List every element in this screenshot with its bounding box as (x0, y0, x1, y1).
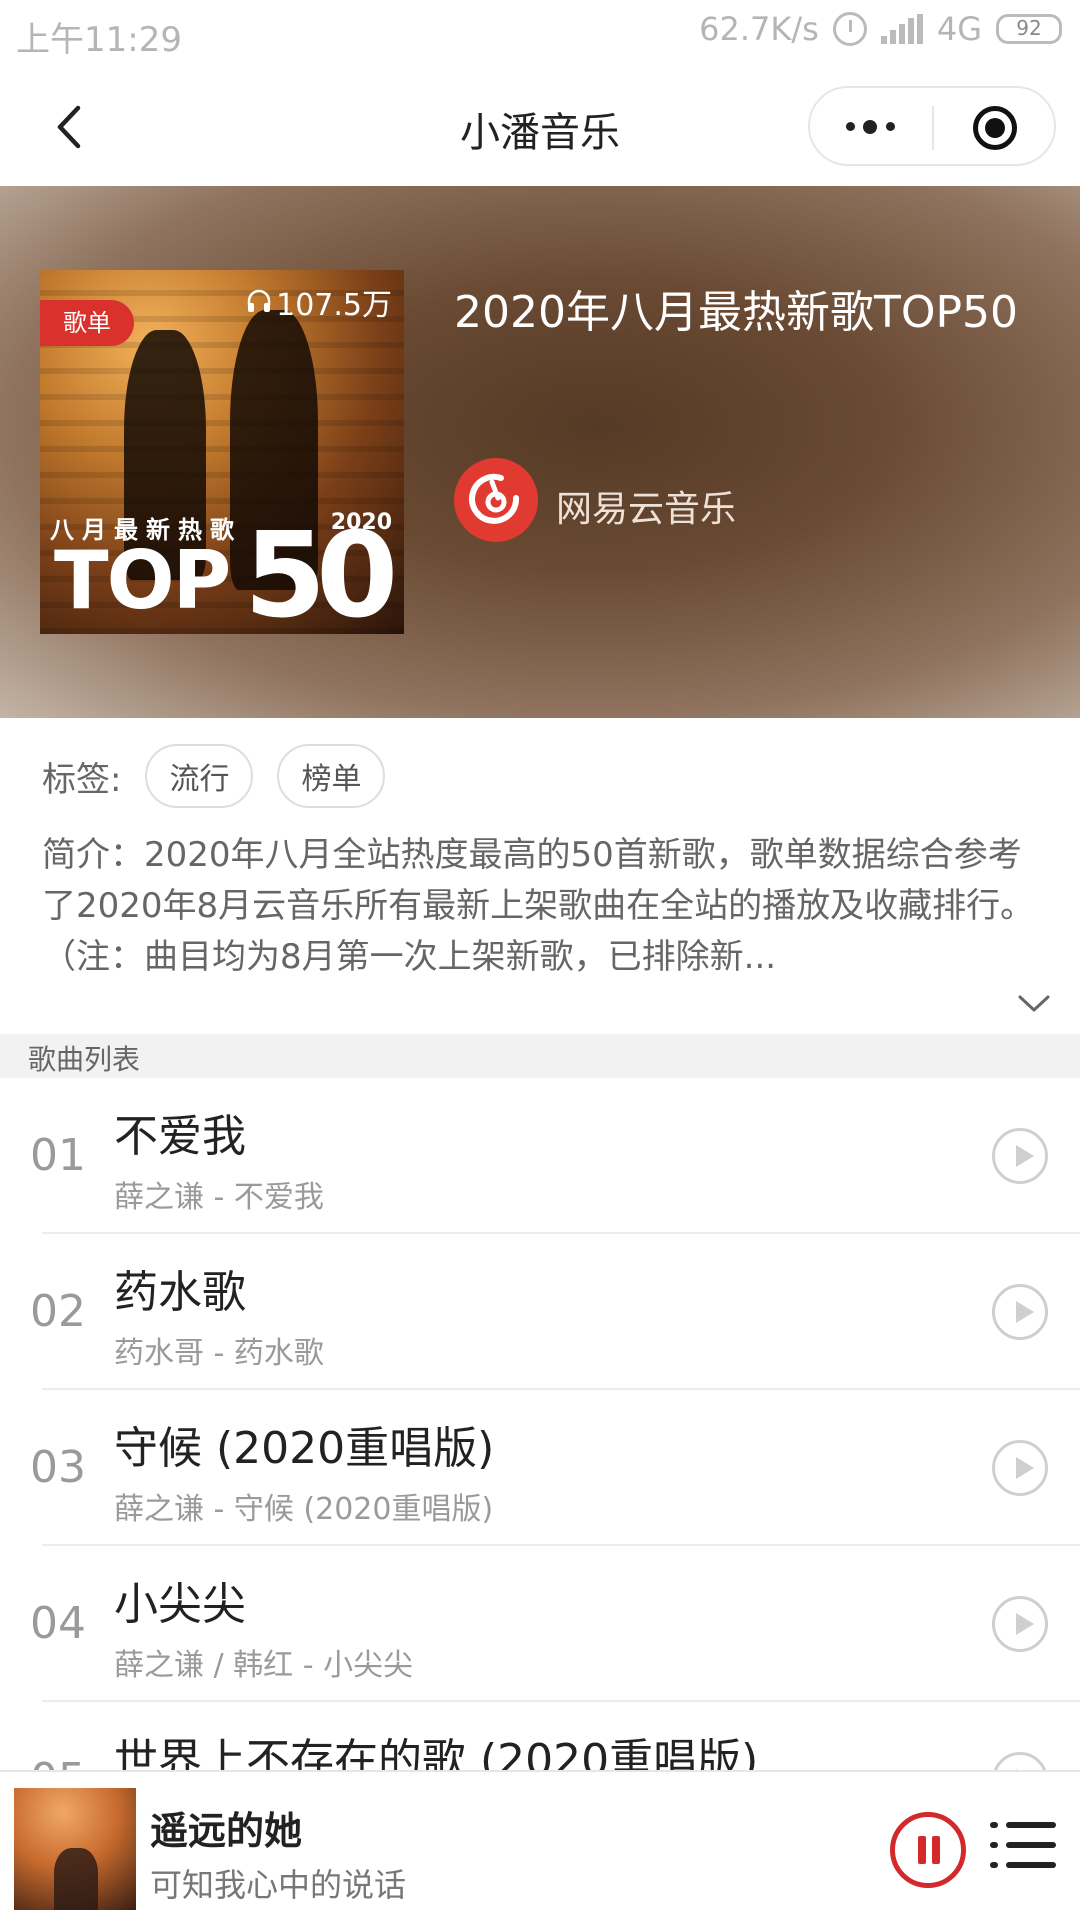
cover-top-text: TOP (54, 534, 231, 627)
playlist-title: 2020年八月最热新歌TOP50 (454, 287, 1019, 338)
play-circle-icon[interactable] (992, 1752, 1048, 1770)
playlist-cover[interactable]: 歌单 107.5万 八月最新热歌 2020 TOP 50 (40, 270, 404, 634)
song-name: 药水歌 (114, 1267, 246, 1318)
song-list-header: 歌曲列表 (0, 1034, 1080, 1078)
playlist-header: 歌单 107.5万 八月最新热歌 2020 TOP 50 2020年八月最热新歌… (0, 186, 1080, 718)
play-count: 107.5万 (246, 280, 392, 324)
play-circle-icon[interactable] (992, 1284, 1048, 1340)
play-count-value: 107.5万 (276, 288, 392, 323)
song-meta: 薛之谦 / 韩红 - 小尖尖 (114, 1648, 414, 1683)
song-meta: 薛之谦 - 不爱我 (114, 1180, 324, 1215)
net-speed: 62.7K/s (699, 10, 819, 48)
tag-chip[interactable]: 流行 (145, 744, 254, 808)
network-type: 4G (936, 10, 982, 48)
more-button[interactable] (810, 88, 932, 168)
playlist-description: 简介：2020年八月全站热度最高的50首新歌，歌单数据综合参考了2020年8月云… (42, 835, 1035, 977)
creator-name[interactable]: 网易云音乐 (556, 480, 736, 532)
status-bar: 上午11:29 62.7K/s 4G 92 (0, 0, 1080, 70)
playlist-queue-button[interactable] (990, 1816, 1056, 1876)
song-meta: 薛之谦 - 守候 (2020重唱版) (114, 1492, 494, 1527)
now-playing-title: 遥远的她 (150, 1809, 303, 1853)
status-time: 上午11:29 (16, 20, 182, 60)
status-indicators: 62.7K/s 4G 92 (699, 10, 1062, 48)
song-row[interactable]: 03 守候 (2020重唱版) 薛之谦 - 守候 (2020重唱版) (0, 1390, 1080, 1546)
play-circle-icon[interactable] (992, 1596, 1048, 1652)
song-name: 守候 (2020重唱版) (114, 1423, 495, 1474)
song-name: 小尖尖 (114, 1579, 246, 1630)
nav-bar: 小潘音乐 (0, 70, 1080, 182)
song-list: 01 不爱我 薛之谦 - 不爱我 02 药水歌 药水哥 - 药水歌 03 守候 … (0, 1078, 1080, 1770)
mini-player[interactable]: 遥远的她 可知我心中的说话 (0, 1770, 1080, 1920)
headphone-icon (247, 289, 271, 312)
song-row[interactable]: 01 不爱我 薛之谦 - 不爱我 (0, 1078, 1080, 1234)
song-row[interactable]: 02 药水歌 药水哥 - 药水歌 (0, 1234, 1080, 1390)
tags-row: 标签: 流行 榜单 (42, 744, 386, 808)
tags-label: 标签: (42, 759, 122, 800)
playlist-badge: 歌单 (40, 300, 134, 346)
now-playing-cover[interactable] (14, 1788, 136, 1910)
song-name: 不爱我 (114, 1111, 246, 1162)
song-index: 01 (30, 1130, 86, 1181)
expand-description-button[interactable] (1016, 986, 1052, 1022)
play-circle-icon[interactable] (992, 1440, 1048, 1496)
creator-avatar[interactable] (454, 458, 538, 542)
signal-icon (880, 14, 923, 44)
battery-icon: 92 (996, 14, 1062, 44)
song-index: 05 (30, 1754, 86, 1770)
chevron-down-icon (1018, 995, 1050, 1012)
now-playing-subtitle: 可知我心中的说话 (150, 1866, 407, 1904)
play-circle-icon[interactable] (992, 1128, 1048, 1184)
song-name: 世界上不存在的歌 (2020重唱版) (114, 1735, 759, 1770)
song-meta: 药水哥 - 药水歌 (114, 1336, 324, 1371)
song-index: 04 (30, 1598, 86, 1649)
section-title: 歌曲列表 (28, 1043, 141, 1076)
song-index: 02 (30, 1286, 86, 1337)
mini-program-capsule (808, 86, 1056, 166)
app-page: 上午11:29 62.7K/s 4G 92 小潘音乐 歌单 107.5万 八月最… (0, 0, 1080, 1920)
cover-number: 50 (244, 506, 398, 634)
pause-button[interactable] (890, 1812, 966, 1888)
close-miniprogram-button[interactable] (934, 88, 1056, 168)
song-index: 03 (30, 1442, 86, 1493)
song-row[interactable]: 05 世界上不存在的歌 (2020重唱版) (0, 1702, 1080, 1770)
netease-music-icon (469, 473, 520, 524)
tag-chip[interactable]: 榜单 (277, 744, 386, 808)
song-row[interactable]: 04 小尖尖 薛之谦 / 韩红 - 小尖尖 (0, 1546, 1080, 1702)
alarm-icon (832, 12, 867, 46)
